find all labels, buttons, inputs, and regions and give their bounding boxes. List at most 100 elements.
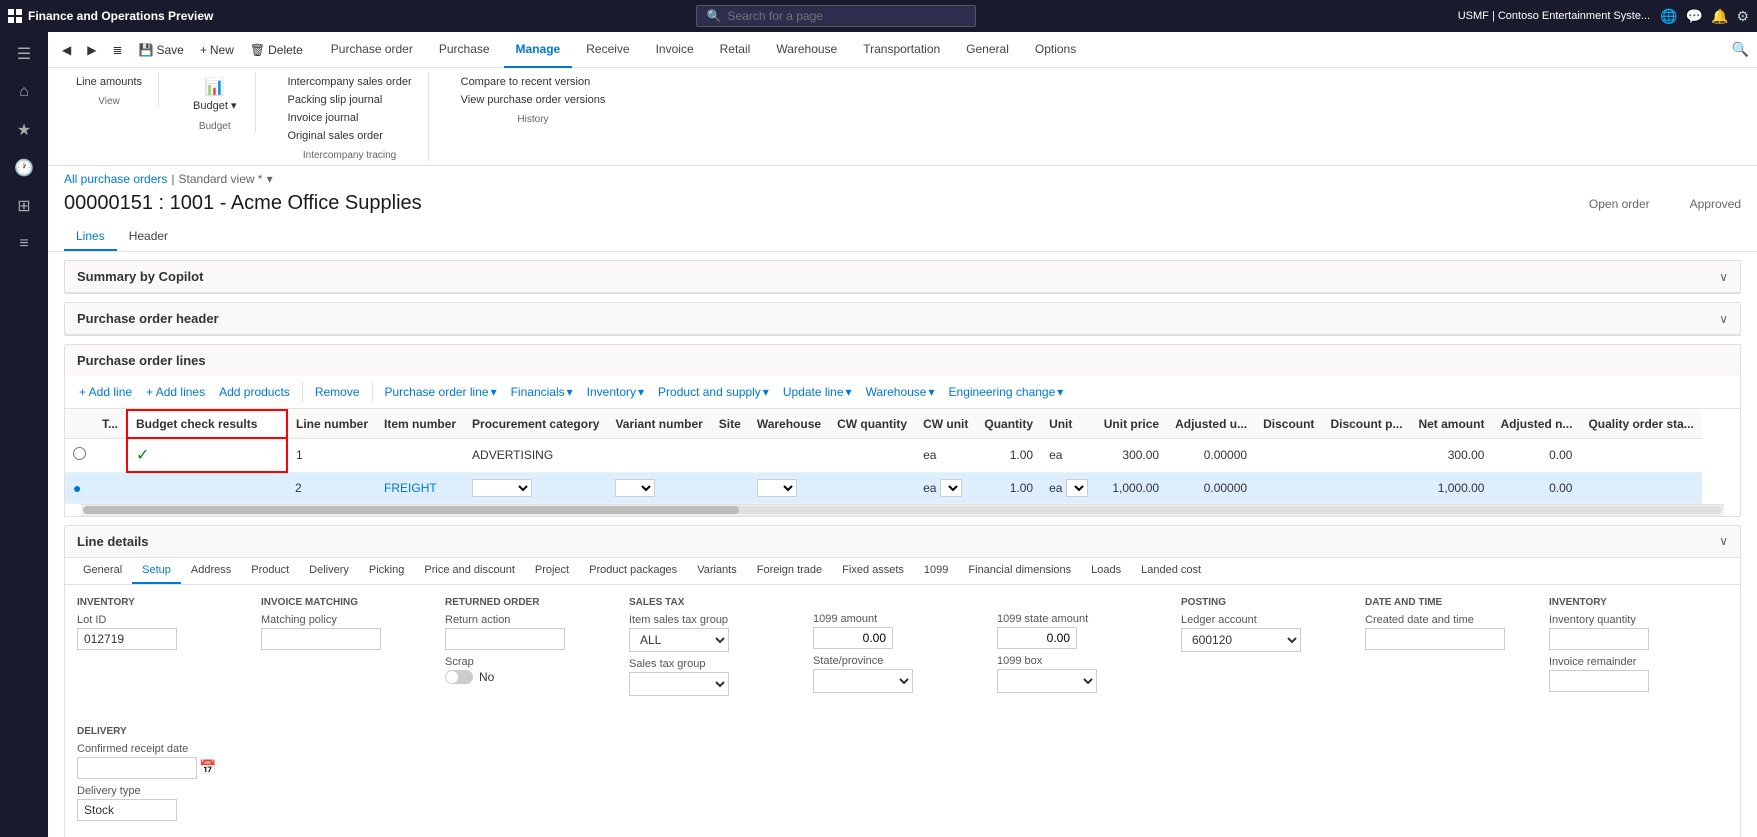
tab-purchase[interactable]: Purchase [427,32,502,68]
created-date-input[interactable] [1365,628,1505,650]
inventory-quantity-input[interactable] [1549,628,1649,650]
variant-select-2[interactable] [615,479,655,497]
tab-options[interactable]: Options [1023,32,1088,68]
detail-tab-address[interactable]: Address [181,558,241,584]
table-row[interactable]: ● 2 FREIGHT [65,472,1702,503]
section-line-details-header[interactable]: Line details ∨ [65,526,1740,558]
td-radio-2[interactable]: ● [65,472,94,503]
globe-icon[interactable]: 🌐 [1660,8,1677,25]
ledger-account-select[interactable]: 600120 [1181,628,1301,652]
amount-1099-state-input[interactable] [997,627,1077,649]
financials-dropdown[interactable]: Financials ▾ [505,382,579,402]
item-sales-tax-group-select[interactable]: ALL [629,628,729,652]
search-bar[interactable]: 🔍 [696,5,976,27]
detail-tab-delivery[interactable]: Delivery [299,558,359,584]
cw-unit-select-2[interactable] [940,479,962,497]
warehouse-dropdown[interactable]: Warehouse ▾ [860,382,941,402]
save-button[interactable]: 💾 Save [133,39,190,61]
warehouse-select-2[interactable] [757,479,797,497]
box-1099-select[interactable] [997,669,1097,693]
tab-purchase-order[interactable]: Purchase order [319,32,425,68]
packing-slip-journal-button[interactable]: Packing slip journal [284,92,416,108]
detail-tab-price-discount[interactable]: Price and discount [414,558,525,584]
confirmed-receipt-input[interactable] [77,757,197,779]
detail-tab-fixed-assets[interactable]: Fixed assets [832,558,914,584]
side-nav-hamburger[interactable]: ☰ [2,36,46,72]
horizontal-scrollbar[interactable] [81,504,1724,516]
list-view-button[interactable]: ≣ [106,39,128,61]
side-nav-favorites[interactable]: ★ [2,112,46,148]
radio-1[interactable] [73,447,86,460]
sales-tax-group-select[interactable] [629,672,729,696]
table-row[interactable]: ✓ 1 ADVERTISING ea 1.00 ea [65,438,1702,472]
ribbon-search-button[interactable]: 🔍 [1732,41,1749,58]
section-po-header-header[interactable]: Purchase order header ∨ [65,303,1740,335]
side-nav-modules[interactable]: ≡ [2,226,46,262]
section-summary-copilot-header[interactable]: Summary by Copilot ∨ [65,261,1740,293]
detail-tab-1099[interactable]: 1099 [914,558,958,584]
view-po-versions-button[interactable]: View purchase order versions [457,92,610,108]
amount-1099-input[interactable] [813,627,893,649]
detail-tab-landed-cost[interactable]: Landed cost [1131,558,1211,584]
engineering-change-dropdown[interactable]: Engineering change ▾ [943,382,1070,402]
tab-invoice[interactable]: Invoice [644,32,706,68]
purchase-order-line-dropdown[interactable]: Purchase order line ▾ [379,382,503,402]
detail-tab-product-packages[interactable]: Product packages [579,558,687,584]
breadcrumb-chevron[interactable]: ▾ [267,172,273,186]
detail-tab-loads[interactable]: Loads [1081,558,1131,584]
breadcrumb-link[interactable]: All purchase orders [64,172,167,186]
original-sales-order-button[interactable]: Original sales order [284,128,416,144]
lot-id-input[interactable] [77,628,177,650]
tab-lines[interactable]: Lines [64,223,117,251]
detail-tab-project[interactable]: Project [525,558,579,584]
state-province-select[interactable] [813,669,913,693]
invoice-remainder-input[interactable] [1549,670,1649,692]
return-action-input[interactable] [445,628,565,650]
detail-tab-financial-dimensions[interactable]: Financial dimensions [958,558,1081,584]
add-products-button[interactable]: Add products [213,382,296,402]
tab-receive[interactable]: Receive [574,32,641,68]
remove-button[interactable]: Remove [309,382,366,402]
invoice-journal-button[interactable]: Invoice journal [284,110,416,126]
line-amounts-button[interactable]: Line amounts [72,74,146,90]
detail-tab-general[interactable]: General [73,558,132,584]
forward-button[interactable]: ▶ [81,39,102,61]
back-button[interactable]: ◀ [56,39,77,61]
scrap-toggle[interactable] [445,670,473,684]
td-item-number-2[interactable]: FREIGHT [376,472,464,503]
new-button[interactable]: + New [194,39,240,61]
side-nav-recent[interactable]: 🕐 [2,150,46,186]
add-line-button[interactable]: + Add line [73,382,138,402]
side-nav-workspaces[interactable]: ⊞ [2,188,46,224]
ribbon-search[interactable]: 🔍 [1732,41,1749,58]
settings-icon[interactable]: ⚙ [1736,8,1749,25]
notification-icon[interactable]: 🔔 [1711,8,1728,25]
matching-policy-input[interactable] [261,628,381,650]
detail-tab-foreign-trade[interactable]: Foreign trade [747,558,832,584]
detail-tab-setup[interactable]: Setup [132,558,181,584]
product-and-supply-dropdown[interactable]: Product and supply ▾ [652,382,775,402]
td-radio-1[interactable] [65,438,94,472]
delete-button[interactable]: 🗑 Delete [244,39,309,61]
intercompany-sales-order-button[interactable]: Intercompany sales order [284,74,416,90]
detail-tab-variants[interactable]: Variants [687,558,747,584]
tab-retail[interactable]: Retail [708,32,763,68]
delivery-type-input[interactable] [77,799,177,821]
tab-manage[interactable]: Manage [504,32,573,68]
add-lines-button[interactable]: + Add lines [140,382,211,402]
procurement-category-select-2[interactable] [472,479,532,497]
tab-transportation[interactable]: Transportation [851,32,952,68]
calendar-icon[interactable]: 📅 [199,759,216,776]
inventory-dropdown[interactable]: Inventory ▾ [581,382,650,402]
compare-recent-button[interactable]: Compare to recent version [457,74,610,90]
update-line-dropdown[interactable]: Update line ▾ [777,382,858,402]
side-nav-home[interactable]: ⌂ [2,74,46,110]
search-input[interactable] [728,9,965,23]
tab-header[interactable]: Header [117,223,180,251]
tab-warehouse[interactable]: Warehouse [764,32,849,68]
budget-button[interactable]: 📊 Budget ▾ [187,74,242,115]
chat-icon[interactable]: 💬 [1686,8,1703,25]
tab-general[interactable]: General [954,32,1021,68]
detail-tab-product[interactable]: Product [241,558,299,584]
unit-select-2[interactable] [1066,479,1088,497]
